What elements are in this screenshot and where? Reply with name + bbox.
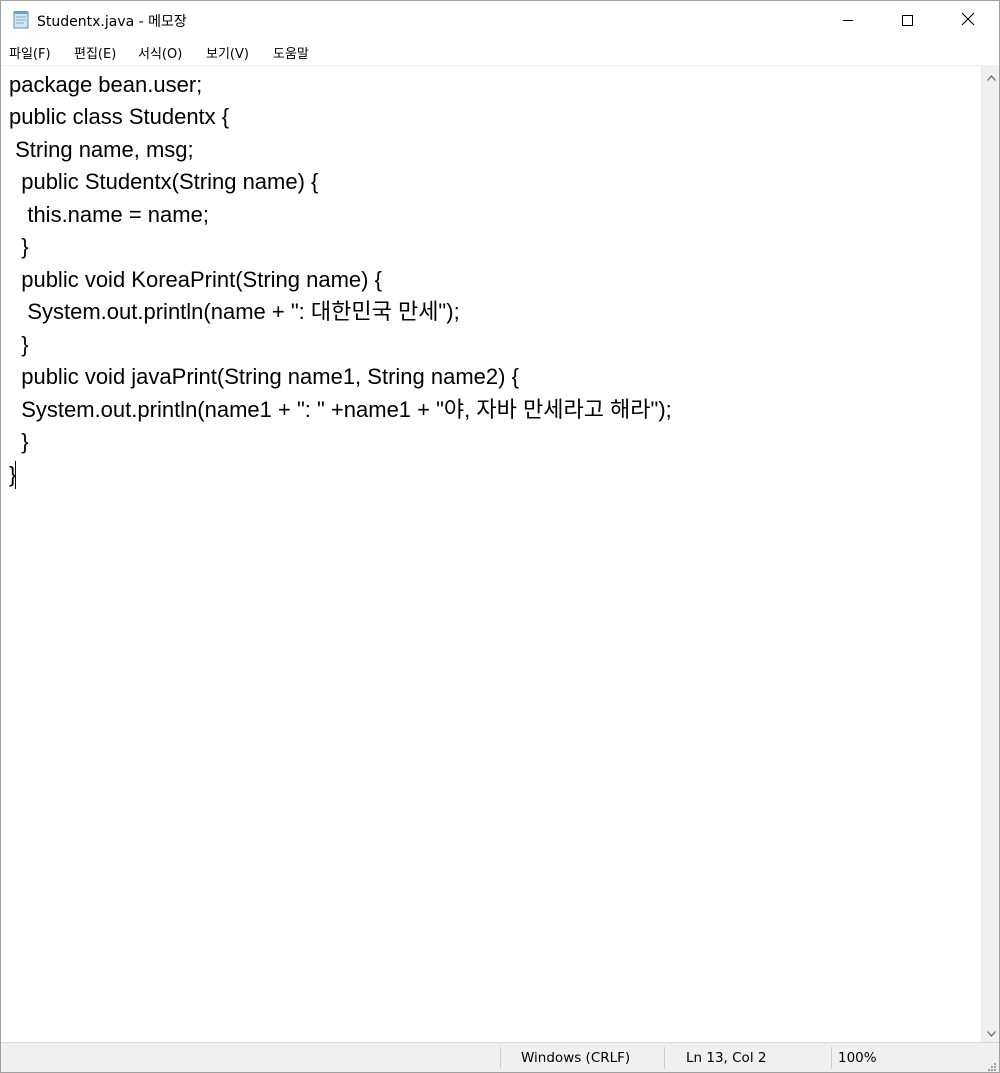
menu-file[interactable]: 파일(F) (9, 43, 51, 62)
window-title: Studentx.java - 메모장 (37, 14, 187, 30)
scroll-down-button[interactable] (982, 1022, 999, 1041)
status-bar: Windows (CRLF) Ln 13, Col 2 100% (1, 1042, 999, 1072)
code-line: public Studentx(String name) { (9, 169, 319, 194)
minimize-button[interactable] (819, 1, 877, 39)
status-divider (500, 1047, 501, 1069)
code-line: public class Studentx { (9, 104, 230, 129)
text-caret (15, 461, 16, 489)
menu-view[interactable]: 보기(V) (206, 43, 249, 62)
maximize-icon (901, 11, 913, 30)
chevron-down-icon (986, 1022, 996, 1041)
code-line: } (9, 429, 29, 454)
code-line: String name, msg; (9, 137, 194, 162)
title-bar[interactable]: Studentx.java - 메모장 (1, 1, 999, 39)
code-line: System.out.println(name + ": 대한민국 만세"); (9, 299, 460, 324)
close-button[interactable] (939, 1, 997, 39)
status-zoom: 100% (838, 1050, 877, 1066)
menu-bar: 파일(F) 편집(E) 서식(O) 보기(V) 도움말 (1, 39, 999, 66)
chevron-up-icon (986, 66, 996, 85)
status-line-ending: Windows (CRLF) (521, 1050, 631, 1066)
code-line: package bean.user; (9, 72, 203, 97)
text-editor[interactable]: package bean.user; public class Studentx… (1, 66, 981, 1042)
code-line: System.out.println(name1 + ": " +name1 +… (9, 397, 672, 422)
code-line: } (9, 332, 29, 357)
resize-grip-icon[interactable] (985, 1059, 997, 1071)
minimize-icon (842, 11, 854, 30)
code-line: } (9, 234, 29, 259)
menu-edit[interactable]: 편집(E) (74, 43, 116, 62)
status-divider (664, 1047, 665, 1069)
code-line: this.name = name; (9, 202, 209, 227)
notepad-window: Studentx.java - 메모장 파일(F) 편집(E) 서식(O) 보기… (0, 0, 1000, 1073)
close-icon (961, 11, 975, 30)
notepad-icon (13, 10, 30, 29)
menu-format[interactable]: 서식(O) (138, 43, 182, 62)
status-divider (831, 1047, 832, 1069)
code-line: public void javaPrint(String name1, Stri… (9, 364, 519, 389)
scroll-up-button[interactable] (982, 66, 999, 85)
code-line: public void KoreaPrint(String name) { (9, 267, 382, 292)
maximize-button[interactable] (878, 1, 936, 39)
vertical-scrollbar[interactable] (981, 66, 999, 1042)
status-cursor-position: Ln 13, Col 2 (686, 1050, 767, 1066)
menu-help[interactable]: 도움말 (273, 43, 309, 62)
